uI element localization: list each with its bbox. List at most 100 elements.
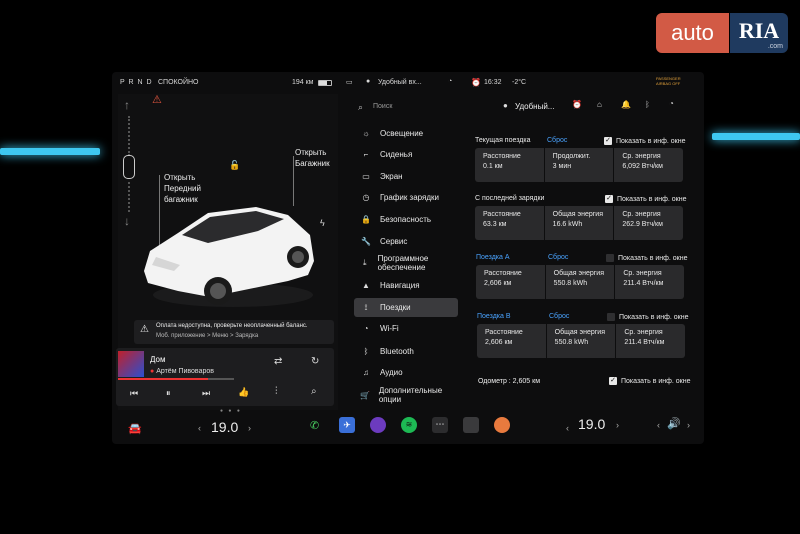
menu-item-label: Bluetooth xyxy=(380,347,414,356)
car-image xyxy=(144,207,314,307)
unlock-icon[interactable]: 🔓 xyxy=(229,160,240,171)
menu-item-1[interactable]: ⌐ Сиденья xyxy=(354,145,458,164)
trip-a-total-energy: Общая энергия 550.8 kWh xyxy=(546,265,616,299)
equalizer-icon[interactable]: ⫶ xyxy=(275,386,278,397)
menu-item-7[interactable]: ▲ Навигация xyxy=(354,276,458,295)
profile-short-name[interactable]: Удобный... xyxy=(515,102,554,111)
download-icon: ⤓ xyxy=(363,258,367,267)
trip-b-avg-energy: Ср. энергия 211.4 Втч/км xyxy=(624,329,665,346)
menu-item-label: График зарядки xyxy=(380,193,439,202)
menu-item-9[interactable]: ◔ Wi-Fi xyxy=(354,319,458,338)
car-mini-icon: ▭ xyxy=(346,79,353,86)
menu-item-0[interactable]: ☼ Освещение xyxy=(354,124,458,143)
menu-item-label: Дополнительные опции xyxy=(378,386,443,404)
trip-a-show-checkbox[interactable]: Показать в инф. окне xyxy=(606,254,688,262)
volume-up-icon[interactable]: › xyxy=(687,420,690,430)
spotify-icon[interactable]: ≋ xyxy=(401,417,417,433)
wifi-icon: ◔ xyxy=(363,324,369,333)
menu-item-6[interactable]: ⤓ Программное обеспечение xyxy=(354,251,458,275)
level-dots xyxy=(128,116,130,156)
notification-bell-icon[interactable]: 🔔 xyxy=(621,100,631,109)
temp-left-down-icon[interactable]: ‹ xyxy=(198,423,201,433)
thumbs-up-icon[interactable]: 👍 xyxy=(238,387,249,398)
warning-title: Оплата недоступна, проверьте неоплаченны… xyxy=(156,323,308,329)
car-icon[interactable]: 🚘 xyxy=(128,422,142,435)
since-charge-show-checkbox[interactable]: ✓ Показать в инф. окне xyxy=(605,195,687,203)
lock-icon: 🔒 xyxy=(361,215,371,224)
trip-a-reset[interactable]: Сброс xyxy=(548,254,568,261)
page-dots: ● ● ● xyxy=(220,408,242,414)
temp-left-up-icon[interactable]: › xyxy=(248,423,251,433)
current-trip-show-checkbox[interactable]: ✓ Показать в инф. окне xyxy=(604,137,686,145)
menu-item-3[interactable]: ◷ График зарядки xyxy=(354,188,458,207)
current-duration: Продолжит. 3 мин xyxy=(545,148,615,182)
current-trip-card: Расстояние 0.1 км Продолжит. 3 мин Ср. эне… xyxy=(475,148,683,182)
calendar-app-icon[interactable] xyxy=(494,417,510,433)
current-trip-reset[interactable]: Сброс xyxy=(547,137,567,144)
toybox-icon[interactable] xyxy=(463,417,479,433)
menu-item-label: Безопасность xyxy=(380,215,432,224)
more-apps-icon[interactable]: ⋯ xyxy=(432,417,448,433)
menu-item-4[interactable]: 🔒 Безопасность xyxy=(354,210,458,229)
screen-icon: ▭ xyxy=(362,172,370,181)
wrench-icon: 🔧 xyxy=(361,237,371,246)
shuffle-icon[interactable]: ⇄ xyxy=(274,356,282,367)
charge-port-icon[interactable]: ϟ xyxy=(320,218,325,228)
profile-icon[interactable]: ● xyxy=(503,101,508,110)
trip-b-reset[interactable]: Сброс xyxy=(549,313,569,320)
bluetooth-status-icon[interactable]: ᛒ xyxy=(645,100,650,109)
cart-icon: 🛒 xyxy=(360,390,371,400)
navigation-app-icon[interactable]: ✈ xyxy=(339,417,355,433)
trip-b-card: Расстояние 2,606 км Общая энергия 550.8 kW… xyxy=(477,324,685,358)
user-icon: ● xyxy=(366,78,371,85)
volume-down-icon[interactable]: ‹ xyxy=(657,420,660,430)
progress-track[interactable] xyxy=(118,378,234,380)
phone-icon[interactable]: ✆ xyxy=(310,419,319,432)
passenger-airbag-indicator: PASSENGER AIRBAG OFF xyxy=(656,76,681,86)
media-player xyxy=(116,348,334,406)
current-trip-title: Текущая поездка xyxy=(475,137,531,144)
watermark-ria: RIA .com xyxy=(730,13,788,53)
trip-b-distance: Расстояние 2,606 км xyxy=(477,324,547,358)
menu-item-11[interactable]: ♫ Аудио xyxy=(354,363,458,382)
search-input[interactable]: Поиск xyxy=(373,103,392,110)
trip-b-show-checkbox[interactable]: Показать в инф. окне xyxy=(607,313,689,321)
seatbelt-warning-icon: ⚠ xyxy=(152,94,162,106)
next-icon[interactable]: ⏭ xyxy=(202,388,210,399)
trip-b-title: Поездка B xyxy=(477,313,511,320)
pause-icon[interactable]: ⏸ xyxy=(166,388,171,399)
repeat-icon[interactable]: ↻ xyxy=(311,356,319,367)
track-artist: ● Артём Пивоваров xyxy=(150,368,214,375)
menu-item-5[interactable]: 🔧 Сервис xyxy=(354,232,458,251)
car-top-icon[interactable] xyxy=(123,155,135,179)
gear-indicator: P R N D xyxy=(120,79,153,86)
menu-item-label: Освещение xyxy=(380,129,424,138)
menu-item-10[interactable]: ᛒ Bluetooth xyxy=(354,342,458,361)
alarm-clock-icon[interactable]: ⏰ xyxy=(572,100,582,109)
track-title: Дом xyxy=(150,355,166,364)
menu-item-12[interactable]: 🛒 Дополнительные опции xyxy=(354,383,458,407)
camera-app-icon[interactable] xyxy=(370,417,386,433)
profile-name[interactable]: Удобный вх... xyxy=(378,79,422,86)
temp-right-up-icon[interactable]: › xyxy=(616,420,619,430)
checkbox-unchecked-icon xyxy=(606,254,614,262)
menu-item-label: Экран xyxy=(380,172,403,181)
menu-item-label: Wi-Fi xyxy=(380,324,399,333)
trip-b-total-energy: Общая энергия 550.8 kWh xyxy=(547,324,617,358)
temp-right: 19.0 xyxy=(578,416,606,432)
arrow-down-icon: ↓ xyxy=(124,214,130,228)
menu-item-label: Сервис xyxy=(380,237,408,246)
menu-item-2[interactable]: ▭ Экран xyxy=(354,167,458,186)
odometer-show-checkbox[interactable]: ✓ Показать в инф. окне xyxy=(609,377,691,385)
media-search-icon[interactable]: ⌕ xyxy=(311,386,317,397)
previous-icon[interactable]: ⏮ xyxy=(130,388,138,399)
trunk-open-label[interactable]: Открыть Багажник xyxy=(295,147,337,169)
temp-right-down-icon[interactable]: ‹ xyxy=(566,423,569,433)
volume-icon[interactable]: 🔊 xyxy=(667,417,681,430)
garage-icon[interactable]: ⌂ xyxy=(597,100,602,109)
drive-status: СПОКОЙНО xyxy=(158,79,199,86)
menu-item-label: Сиденья xyxy=(380,150,413,159)
menu-item-label: Программное обеспечение xyxy=(377,254,429,272)
wifi-header-icon[interactable]: ◔ xyxy=(669,99,674,108)
menu-item-8[interactable]: ⟟ Поездки xyxy=(354,298,458,317)
